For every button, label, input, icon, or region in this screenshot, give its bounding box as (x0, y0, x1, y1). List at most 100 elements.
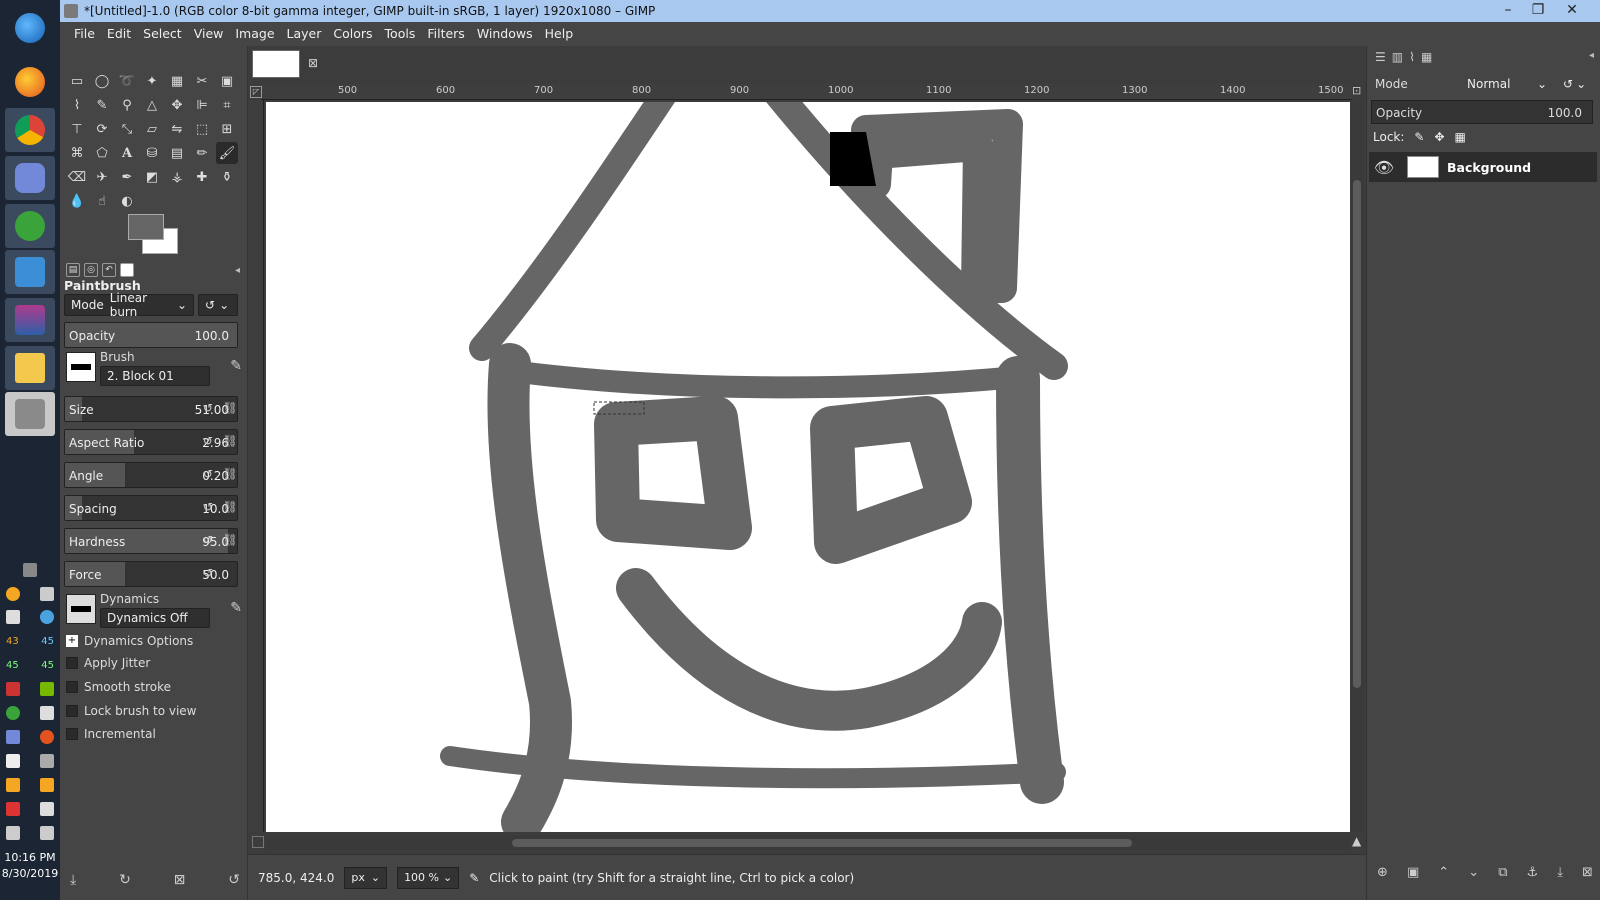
paintbrush-icon[interactable]: 🖌 (216, 142, 238, 164)
duplicate-layer-icon[interactable]: ⧉ (1498, 865, 1507, 880)
angle-link-icon[interactable]: ⛓ (222, 467, 238, 483)
ink-icon[interactable]: ✒ (116, 166, 138, 188)
mode-reset-select[interactable]: ↺ ⌄ (198, 294, 238, 316)
tray-app-icon[interactable] (6, 682, 20, 696)
shear-icon[interactable]: ▱ (141, 118, 163, 140)
taskbar-discord[interactable] (5, 156, 55, 200)
scissors-icon[interactable]: ✂ (191, 70, 213, 92)
tray-app-icon[interactable] (6, 587, 20, 601)
size-link-icon[interactable]: ⛓ (222, 401, 238, 417)
paint-mode-select[interactable]: Mode Linear burn ⌄ (64, 291, 194, 319)
hardness-link-icon[interactable]: ⛓ (222, 533, 238, 549)
image-tab-thumbnail[interactable] (252, 50, 300, 78)
tray-app-icon[interactable] (6, 802, 20, 816)
nvidia-icon[interactable] (40, 682, 54, 696)
anchor-layer-icon[interactable]: ⚓ (1527, 865, 1539, 880)
heal-icon[interactable]: ✚ (191, 166, 213, 188)
blur-icon[interactable]: 💧 (66, 190, 88, 212)
handle-transform-icon[interactable]: ⬠ (91, 142, 113, 164)
dynamics-field[interactable]: Dynamics Off (100, 608, 210, 628)
foreground-color-swatch[interactable] (128, 214, 164, 240)
taskbar-utorrent[interactable] (5, 204, 55, 248)
drawing-canvas[interactable] (266, 102, 1350, 832)
wifi-icon[interactable] (6, 826, 20, 840)
visibility-eye-icon[interactable]: 👁 (1369, 158, 1399, 177)
color-picker-icon[interactable]: ✎ (91, 94, 113, 116)
tray-app-icon[interactable] (40, 778, 54, 792)
close-image-tab-icon[interactable]: ⊠ (306, 56, 320, 70)
angle-reset-icon[interactable]: ↺ (200, 467, 216, 483)
dynamics-preview[interactable] (66, 594, 96, 624)
tray-app-icon[interactable] (40, 610, 54, 624)
foreground-select-icon[interactable]: ▣ (216, 70, 238, 92)
opacity-slider[interactable]: Opacity 100.0 (64, 322, 238, 348)
menu-colors[interactable]: Colors (327, 22, 378, 46)
quick-mask-corner-icon[interactable]: ◸ (250, 86, 262, 98)
taskbar-firefox[interactable] (5, 60, 55, 104)
start-button[interactable] (5, 6, 55, 50)
navigation-triangle-icon[interactable]: ▲ (1352, 834, 1361, 848)
layer-mode-reset[interactable]: ↺ ⌄ (1557, 73, 1595, 95)
clone-icon[interactable]: ⚶ (166, 166, 188, 188)
apply-jitter-checkbox[interactable]: Apply Jitter (66, 656, 150, 670)
dodge-burn-icon[interactable]: ◐ (116, 190, 138, 212)
delete-layer-icon[interactable]: ⊠ (1582, 865, 1593, 880)
pencil-icon[interactable]: ✏ (191, 142, 213, 164)
menu-view[interactable]: View (188, 22, 230, 46)
incremental-checkbox[interactable]: Incremental (66, 727, 156, 741)
paths-icon[interactable]: ⌇ (66, 94, 88, 116)
tray-app-icon[interactable] (6, 754, 20, 768)
tool-options-tab-icon[interactable]: ▤ (66, 263, 80, 277)
navigate-icon[interactable] (252, 836, 264, 848)
spacing-reset-icon[interactable]: ↺ (200, 500, 216, 516)
tray-network-icon[interactable] (23, 563, 37, 577)
layer-mode-select[interactable]: Normal ⌄ (1461, 73, 1553, 95)
volume-icon[interactable] (40, 826, 54, 840)
rotate-icon[interactable]: ⟳ (91, 118, 113, 140)
taskbar-chrome[interactable] (5, 108, 55, 152)
vertical-scrollbar[interactable] (1350, 102, 1364, 832)
horizontal-scrollbar[interactable] (266, 836, 1350, 850)
lock-alpha-icon[interactable]: ▦ (1455, 130, 1466, 144)
warp-icon[interactable]: ⌘ (66, 142, 88, 164)
horizontal-scroll-thumb[interactable] (512, 839, 1132, 847)
bucket-fill-icon[interactable]: ⛁ (141, 142, 163, 164)
save-options-icon[interactable]: ⤓ (70, 872, 76, 888)
lock-position-icon[interactable]: ✥ (1434, 130, 1444, 144)
dynamics-options-expander[interactable]: + Dynamics Options (66, 634, 193, 648)
taskbar-clock[interactable]: 10:16 PM 8/30/2019 (0, 850, 60, 882)
scale-icon[interactable]: ⤡ (116, 118, 138, 140)
configure-tab-icon[interactable]: ◂ (235, 265, 240, 276)
tray-app-icon[interactable] (40, 730, 54, 744)
hardness-reset-icon[interactable]: ↺ (200, 533, 216, 549)
cage-icon[interactable]: ⊞ (216, 118, 238, 140)
menu-edit[interactable]: Edit (101, 22, 137, 46)
vertical-scroll-thumb[interactable] (1353, 180, 1361, 688)
menu-select[interactable]: Select (137, 22, 188, 46)
flip-icon[interactable]: ⇋ (166, 118, 188, 140)
perspective-clone-icon[interactable]: ⚱ (216, 166, 238, 188)
spacing-link-icon[interactable]: ⛓ (222, 500, 238, 516)
gradient-icon[interactable]: ▤ (166, 142, 188, 164)
new-layer-group-icon[interactable]: ▣ (1407, 865, 1419, 880)
measure-icon[interactable]: △ (141, 94, 163, 116)
close-button[interactable]: ✕ (1558, 0, 1586, 20)
unit-select[interactable]: px ⌄ (344, 866, 388, 889)
layer-opacity-slider[interactable]: Opacity 100.0 (1371, 100, 1593, 124)
tray-app-icon[interactable] (40, 706, 54, 720)
zoom-fit-icon[interactable]: ⊡ (1352, 84, 1364, 98)
configure-dock-icon[interactable]: ◂ (1589, 50, 1594, 61)
text-icon[interactable]: A (116, 142, 138, 164)
eraser-icon[interactable]: ⌫ (66, 166, 88, 188)
crop-icon[interactable]: ⌗ (216, 94, 238, 116)
lock-brush-checkbox[interactable]: Lock brush to view (66, 704, 197, 718)
menu-file[interactable]: File (68, 22, 101, 46)
mypaint-brush-icon[interactable]: ◩ (141, 166, 163, 188)
menu-tools[interactable]: Tools (379, 22, 422, 46)
menu-image[interactable]: Image (229, 22, 280, 46)
taskbar-winrar[interactable] (5, 298, 55, 342)
force-reset-icon[interactable]: ↺ (200, 566, 216, 582)
tray-app-icon[interactable] (40, 802, 54, 816)
lasso-icon[interactable]: ➰ (116, 70, 138, 92)
airbrush-icon[interactable]: ✈ (91, 166, 113, 188)
